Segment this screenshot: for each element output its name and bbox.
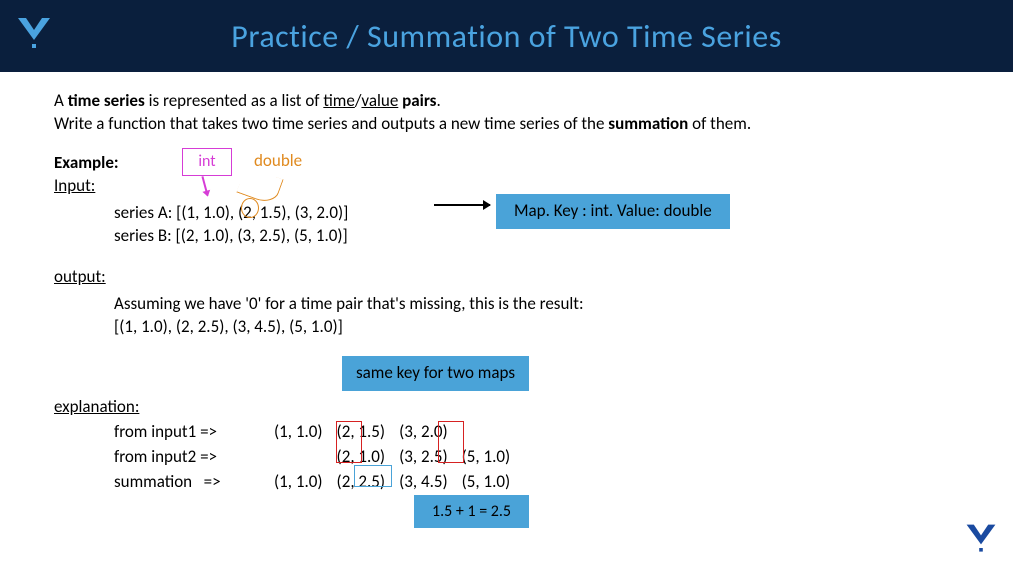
brand-logo — [6, 6, 62, 62]
cell: (1, 1.0) — [274, 421, 337, 446]
cell: (2, 1.5) — [337, 421, 400, 446]
slide-title: Practice / Summation of Two Time Series — [0, 17, 1013, 56]
cell: (2, 1.0) — [337, 446, 400, 471]
text-underline: time — [323, 90, 355, 111]
row-label: summation => — [114, 471, 274, 496]
text-bold: time series — [68, 90, 145, 111]
explanation-label: explanation: — [54, 396, 139, 417]
arrow-right-icon — [434, 204, 490, 206]
cell: (3, 2.5) — [399, 446, 462, 471]
int-arrow-icon — [201, 176, 208, 196]
explanation-block: same key for two maps explanation: 1.5 +… — [54, 356, 959, 496]
cell: (3, 2.0) — [399, 421, 462, 446]
brand-logo-footer — [963, 521, 999, 557]
cell: (2, 2.5) — [337, 471, 400, 496]
output-label: output: — [54, 266, 106, 287]
double-annotation-label: double — [254, 150, 302, 173]
row-label: from input2 => — [114, 446, 274, 471]
map-annotation-box: Map. Key : int. Value: double — [496, 194, 730, 229]
text-bold: pairs — [402, 90, 436, 111]
text-bold: summation — [608, 113, 688, 134]
text-underline: value — [361, 90, 398, 111]
table-row: summation => (1, 1.0) (2, 2.5) (3, 4.5) … — [114, 471, 524, 496]
header-bar: Practice / Summation of Two Time Series — [0, 0, 1013, 72]
cell — [462, 421, 525, 446]
output-assumption: Assuming we have '0' for a time pair tha… — [114, 293, 959, 316]
text: of them. — [688, 113, 751, 134]
row-label: from input1 => — [114, 421, 274, 446]
cell: (1, 1.0) — [274, 471, 337, 496]
intro-text: A time series is represented as a list o… — [54, 90, 959, 136]
output-result: [(1, 1.0), (2, 2.5), (3, 4.5), (5, 1.0)] — [114, 316, 959, 339]
int-annotation-box: int — [182, 148, 232, 176]
table-row: from input1 => (1, 1.0) (2, 1.5) (3, 2.0… — [114, 421, 524, 446]
sum-formula-annotation: 1.5 + 1 = 2.5 — [414, 495, 529, 529]
cell: (5, 1.0) — [462, 446, 525, 471]
text: is represented as a list of — [145, 90, 324, 111]
example-label: Example: — [54, 152, 119, 175]
example-block: int double Map. Key : int. Value: double… — [54, 152, 959, 248]
cell — [274, 446, 337, 471]
table-row: from input2 => (2, 1.0) (3, 2.5) (5, 1.0… — [114, 446, 524, 471]
cell: (3, 4.5) — [399, 471, 462, 496]
cell: (5, 1.0) — [462, 471, 525, 496]
text: A — [54, 90, 68, 111]
output-block: output: Assuming we have '0' for a time … — [54, 266, 959, 339]
input-label: Input: — [54, 175, 95, 196]
slide-body: A time series is represented as a list o… — [0, 72, 1013, 496]
explanation-table: 1.5 + 1 = 2.5 from input1 => (1, 1.0) (2… — [114, 421, 959, 496]
text: . — [436, 90, 440, 111]
text: Write a function that takes two time ser… — [54, 113, 608, 134]
same-key-annotation: same key for two maps — [342, 356, 529, 391]
